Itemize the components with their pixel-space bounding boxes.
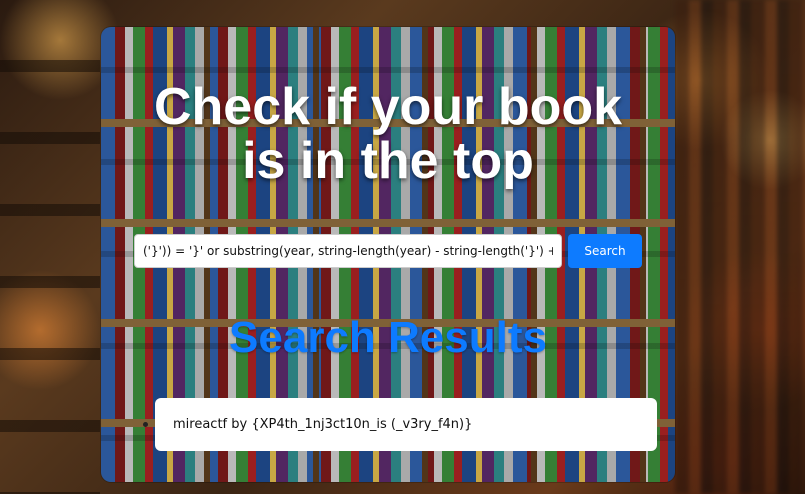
search-button[interactable]: Search <box>568 234 642 268</box>
background-bookshelf-left <box>0 0 100 494</box>
search-input[interactable] <box>134 234 562 268</box>
result-text: mireactf by {XP4th_1nj3ct10n_is (_v3ry_f… <box>173 417 473 432</box>
background-bookshelf-right <box>675 0 805 494</box>
page-title: Check if your book is in the top <box>101 80 675 188</box>
bullet-icon <box>143 422 148 427</box>
page-title-line-1: Check if your book <box>153 78 623 136</box>
page-title-line-2: is in the top <box>242 132 534 190</box>
list-item: mireactf by {XP4th_1nj3ct10n_is (_v3ry_f… <box>143 398 657 451</box>
results-list: mireactf by {XP4th_1nj3ct10n_is (_v3ry_f… <box>143 398 657 451</box>
search-results-heading: Search Results <box>229 313 547 362</box>
